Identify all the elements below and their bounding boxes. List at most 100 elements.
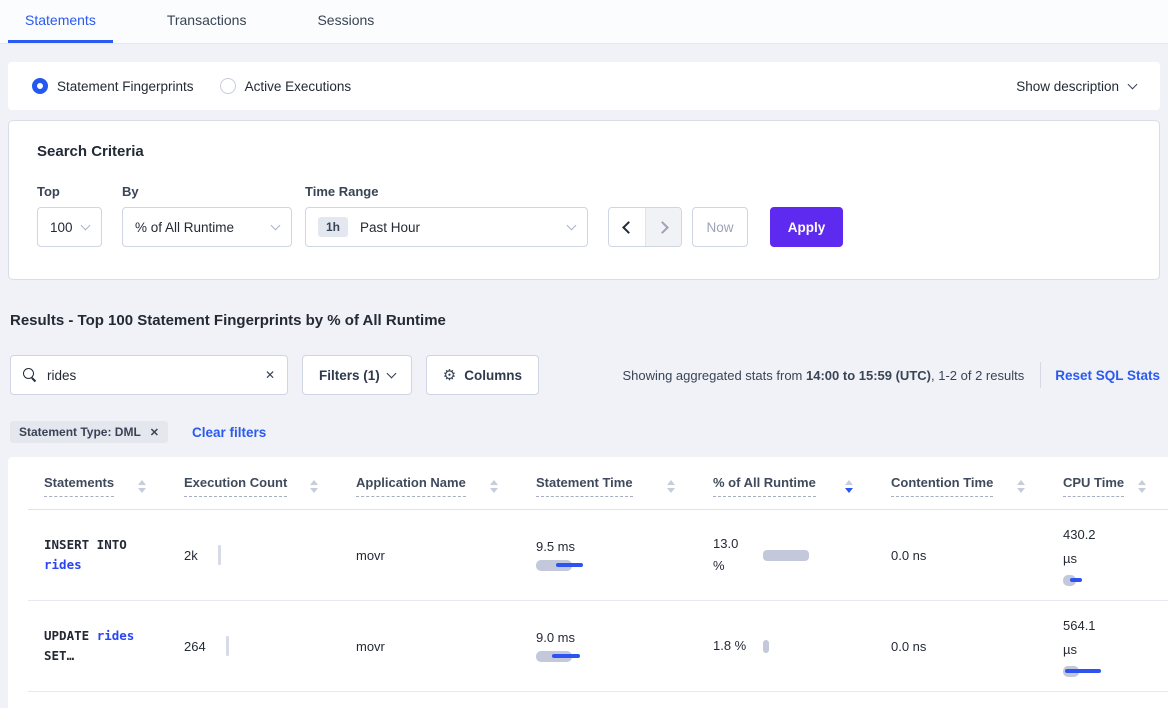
statement-row: INSERT INTO rides 2k movr 9.5 ms <box>28 510 1168 601</box>
time-range-value-wrap: 1h Past Hour <box>318 217 420 237</box>
sort-icon[interactable] <box>1138 480 1146 493</box>
tab-statements[interactable]: Statements <box>8 0 113 43</box>
radio-unselected-icon <box>220 78 236 94</box>
runtime-bar <box>763 640 769 653</box>
col-header-statements[interactable]: Statements <box>28 457 168 510</box>
col-header-statement-time[interactable]: Statement Time <box>520 457 697 510</box>
application-name-value: movr <box>356 548 385 563</box>
by-field: By % of All Runtime <box>122 184 292 247</box>
runtime-pct-cell: 13.0 % <box>697 510 875 601</box>
radio-statement-fingerprints[interactable]: Statement Fingerprints <box>32 78 194 94</box>
filters-button-label: Filters (1) <box>319 368 380 383</box>
by-select-value: % of All Runtime <box>135 220 234 235</box>
cpu-time-value: 564.1 µs <box>1063 614 1107 662</box>
bar-blue <box>1070 578 1082 582</box>
chip-close-icon[interactable]: ✕ <box>150 426 159 439</box>
statements-table: Statements Execution Count Application N… <box>28 457 1168 692</box>
stats-suffix: , 1-2 of 2 results <box>931 368 1024 383</box>
sort-icon[interactable] <box>490 480 498 493</box>
runtime-pct-value: 1.8 % <box>713 635 751 657</box>
sort-icon[interactable] <box>310 480 318 493</box>
application-name-cell: movr <box>340 510 520 601</box>
col-header-cpu-time[interactable]: CPU Time <box>1047 457 1168 510</box>
bar-blue <box>1065 669 1101 673</box>
filters-button[interactable]: Filters (1) <box>302 355 412 395</box>
time-next-button[interactable] <box>645 208 681 246</box>
cpu-time-bar <box>1063 665 1133 678</box>
execution-count-value: 2k <box>184 548 198 563</box>
sort-icon[interactable] <box>667 480 675 493</box>
col-header-application-name[interactable]: Application Name <box>340 457 520 510</box>
cpu-time-bar <box>1063 574 1133 587</box>
sort-icon[interactable] <box>138 480 146 493</box>
contention-time-value: 0.0 ns <box>891 639 926 654</box>
search-box: ✕ <box>10 355 288 395</box>
col-header-contention-time[interactable]: Contention Time <box>875 457 1047 510</box>
chevron-down-icon <box>1128 79 1138 89</box>
columns-button[interactable]: ⚙ Columns <box>426 355 539 395</box>
filter-chip-label: Statement Type: DML <box>19 425 141 439</box>
col-header-execution-count[interactable]: Execution Count <box>168 457 340 510</box>
results-toolbar: ✕ Filters (1) ⚙ Columns Showing aggregat… <box>10 355 1160 395</box>
contention-time-cell: 0.0 ns <box>875 601 1047 692</box>
reset-sql-stats-link[interactable]: Reset SQL Stats <box>1055 368 1160 383</box>
col-header-pct-all-runtime[interactable]: % of All Runtime <box>697 457 875 510</box>
show-description-toggle[interactable]: Show description <box>1016 79 1136 94</box>
columns-button-label: Columns <box>464 368 522 383</box>
tab-transactions[interactable]: Transactions <box>150 0 264 43</box>
cpu-time-cell: 564.1 µs <box>1047 601 1168 692</box>
runtime-pct-value: 13.0 % <box>713 533 751 577</box>
statement-fingerprint-cell[interactable]: UPDATE rides SET… <box>28 601 168 692</box>
execution-count-cell: 2k <box>168 510 340 601</box>
contention-time-value: 0.0 ns <box>891 548 926 563</box>
top-select[interactable]: 100 <box>37 207 102 247</box>
search-criteria-form: Top 100 By % of All Runtime Time Range 1… <box>37 184 1131 247</box>
statement-text: SET… <box>44 648 74 663</box>
cpu-time-cell: 430.2 µs <box>1047 510 1168 601</box>
statement-text: INSERT INTO <box>44 537 127 552</box>
chevron-down-icon <box>271 220 281 230</box>
vertical-divider <box>1040 362 1041 388</box>
table-header-row: Statements Execution Count Application N… <box>28 457 1168 510</box>
filter-chip-row: Statement Type: DML ✕ Clear filters <box>10 421 1168 443</box>
search-input[interactable] <box>47 368 255 383</box>
statements-table-card: Statements Execution Count Application N… <box>8 457 1168 708</box>
statement-text: UPDATE <box>44 628 89 643</box>
time-range-select[interactable]: 1h Past Hour <box>305 207 588 247</box>
top-label: Top <box>37 184 102 199</box>
radio-active-executions[interactable]: Active Executions <box>220 78 352 94</box>
apply-button[interactable]: Apply <box>770 207 843 247</box>
by-select[interactable]: % of All Runtime <box>122 207 292 247</box>
search-clear-icon[interactable]: ✕ <box>265 368 275 382</box>
filter-chip-statement-type[interactable]: Statement Type: DML ✕ <box>10 421 168 443</box>
statement-time-value: 9.0 ms <box>536 630 687 645</box>
application-name-value: movr <box>356 639 385 654</box>
sort-icon-active[interactable] <box>845 480 853 493</box>
search-criteria-card: Search Criteria Top 100 By % of All Runt… <box>8 120 1160 280</box>
clear-filters-link[interactable]: Clear filters <box>192 425 266 440</box>
statement-table-link[interactable]: rides <box>44 557 82 572</box>
contention-time-cell: 0.0 ns <box>875 510 1047 601</box>
radio-statement-fingerprints-label: Statement Fingerprints <box>57 79 194 94</box>
bar-blue <box>556 563 583 567</box>
sort-icon[interactable] <box>1017 480 1025 493</box>
statement-fingerprint-cell[interactable]: INSERT INTO rides <box>28 510 168 601</box>
radio-active-executions-label: Active Executions <box>245 79 352 94</box>
statement-time-value: 9.5 ms <box>536 539 687 554</box>
execution-count-mini-bar <box>226 636 229 656</box>
execution-count-cell: 264 <box>168 601 340 692</box>
view-radio-group: Statement Fingerprints Active Executions <box>32 78 351 94</box>
tab-sessions[interactable]: Sessions <box>300 0 391 43</box>
statement-table-link[interactable]: rides <box>97 628 135 643</box>
search-icon <box>23 368 37 382</box>
statement-row: UPDATE rides SET… 264 movr 9.0 ms <box>28 601 1168 692</box>
time-range-badge: 1h <box>318 217 348 237</box>
chevron-down-icon <box>81 220 91 230</box>
time-nav-group <box>608 207 682 247</box>
time-prev-button[interactable] <box>609 208 645 246</box>
time-range-value: Past Hour <box>360 220 420 235</box>
now-button[interactable]: Now <box>692 207 748 247</box>
page-tabbar: Statements Transactions Sessions <box>0 0 1168 44</box>
top-select-value: 100 <box>50 220 73 235</box>
top-field: Top 100 <box>37 184 102 247</box>
